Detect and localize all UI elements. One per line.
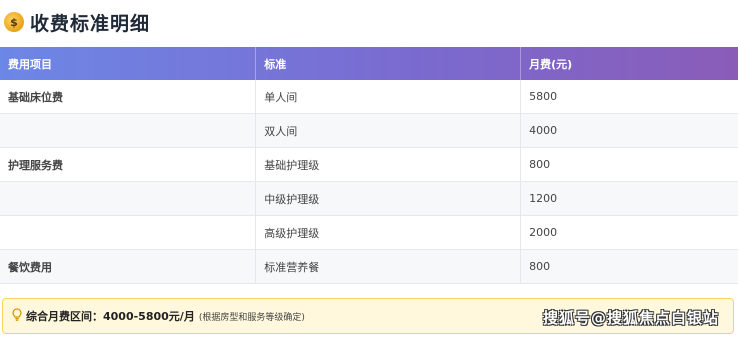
- cell-category: 基础床位费: [0, 80, 257, 114]
- column-header-fee: 月费(元): [529, 57, 573, 71]
- page-title-row: $ 收费标准明细: [4, 9, 150, 35]
- cell-category: [0, 215, 257, 250]
- money-bag-icon: $: [4, 12, 24, 32]
- fee-summary-box: 综合月费区间：4000-5800元/月 (根据房型和服务等级确定) 搜狐号@搜狐…: [2, 298, 734, 334]
- page-title: 收费标准明细: [30, 12, 151, 35]
- cell-fee: 5800: [520, 80, 738, 114]
- column-header-standard: 标准: [255, 47, 522, 80]
- cell-standard: 高级护理级: [255, 215, 522, 250]
- cell-standard: 标准营养餐: [255, 249, 522, 284]
- table-header-row: 费用项目 标准 月费(元): [0, 47, 738, 80]
- summary-range: 综合月费区间：4000-5800元/月: [26, 310, 195, 323]
- cell-standard: 基础护理级: [255, 147, 522, 182]
- fee-table: 费用项目 标准 月费(元) 基础床位费 单人间 5800 双人间 4000 护理…: [0, 47, 738, 284]
- table-row: 基础床位费 单人间 5800: [0, 80, 738, 114]
- cell-category: [0, 113, 257, 148]
- cell-category: 餐饮费用: [0, 249, 257, 284]
- column-header-item: 费用项目: [0, 47, 257, 80]
- cell-standard: 双人间: [255, 113, 522, 148]
- cell-fee: 800: [520, 147, 738, 182]
- cell-fee: 4000: [520, 113, 738, 148]
- lightbulb-icon: [12, 308, 22, 324]
- table-row: 双人间 4000: [0, 113, 738, 148]
- cell-fee: 800: [520, 249, 738, 284]
- cell-category: [0, 181, 257, 216]
- table-row: 护理服务费 基础护理级 800: [0, 147, 738, 182]
- table-row: 高级护理级 2000: [0, 215, 738, 250]
- cell-standard: 中级护理级: [255, 181, 522, 216]
- source-watermark: 搜狐号@搜狐焦点白银站: [542, 309, 719, 327]
- table-row: 中级护理级 1200: [0, 181, 738, 216]
- cell-standard: 单人间: [255, 80, 522, 114]
- cell-fee: 2000: [520, 215, 738, 250]
- summary-note: (根据房型和服务等级确定): [198, 312, 305, 323]
- cell-fee: 1200: [520, 181, 738, 216]
- cell-category: 护理服务费: [0, 147, 257, 182]
- table-row: 餐饮费用 标准营养餐 800: [0, 249, 738, 284]
